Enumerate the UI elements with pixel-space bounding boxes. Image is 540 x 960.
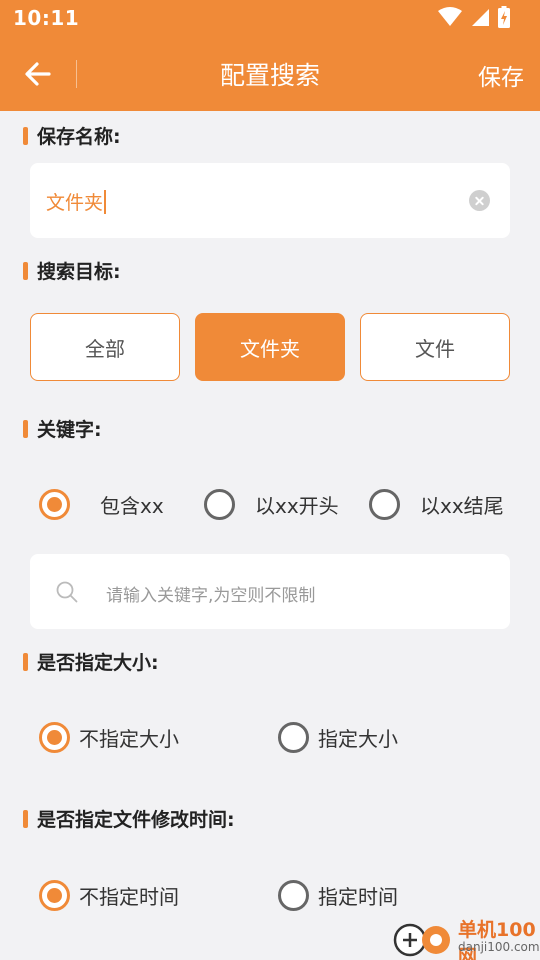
target-option-file[interactable]: 文件 [360, 313, 510, 381]
target-option-all[interactable]: 全部 [30, 313, 180, 381]
time-option-specified[interactable]: 指定时间 [278, 880, 398, 911]
name-input[interactable]: 文件夹 [30, 163, 510, 238]
size-section-text: 是否指定大小: [37, 652, 159, 674]
keyword-section-label: 关键字: [23, 415, 102, 442]
time-option-unspecified[interactable]: 不指定时间 [39, 880, 179, 911]
size-option-unspecified[interactable]: 不指定大小 [39, 722, 179, 753]
status-icons [438, 6, 510, 28]
size-option-unspecified-label: 不指定大小 [79, 727, 179, 751]
keyword-search-input[interactable]: 请输入关键字,为空则不限制 [30, 554, 510, 629]
section-marker [23, 419, 28, 438]
section-marker [23, 126, 28, 145]
name-input-value[interactable]: 文件夹 [46, 188, 107, 215]
radio-checked-icon [39, 722, 70, 753]
radio-unchecked-icon [369, 489, 400, 520]
status-time: 10:11 [13, 6, 80, 30]
radio-unchecked-icon [204, 489, 235, 520]
keyword-option-ends-with-label: 以xx结尾 [420, 494, 504, 518]
size-option-specified-label: 指定大小 [318, 727, 398, 751]
time-option-unspecified-label: 不指定时间 [79, 885, 179, 909]
keyword-placeholder: 请输入关键字,为空则不限制 [106, 586, 316, 606]
name-section-label: 保存名称: [23, 122, 121, 149]
keyword-option-contains[interactable]: 包含xx [39, 489, 164, 520]
target-option-folder[interactable]: 文件夹 [195, 313, 345, 381]
radio-checked-icon [39, 880, 70, 911]
section-marker [23, 652, 28, 671]
target-section-text: 搜索目标: [37, 261, 121, 283]
watermark-logo: 单机100网 danji100.com [392, 915, 540, 960]
signal-icon [472, 9, 489, 26]
save-button[interactable]: 保存 [478, 58, 524, 92]
time-section-label: 是否指定文件修改时间: [23, 805, 235, 832]
time-option-specified-label: 指定时间 [318, 885, 398, 909]
name-input-text: 文件夹 [46, 192, 104, 214]
target-section-label: 搜索目标: [23, 257, 121, 284]
search-icon [56, 581, 78, 603]
section-marker [23, 261, 28, 280]
size-section-label: 是否指定大小: [23, 648, 159, 675]
watermark-emblem-icon [393, 923, 450, 957]
section-marker [23, 809, 28, 828]
text-caret [104, 189, 107, 214]
radio-checked-icon [39, 489, 70, 520]
wifi-icon [438, 7, 462, 26]
radio-unchecked-icon [278, 880, 309, 911]
keyword-section-text: 关键字: [37, 419, 102, 441]
name-section-text: 保存名称: [37, 126, 121, 148]
app-header: 10:11 配置搜索 保存 [0, 0, 540, 111]
battery-icon [498, 6, 510, 28]
keyword-option-contains-label: 包含xx [100, 494, 164, 518]
clear-icon[interactable] [469, 190, 490, 211]
keyword-option-starts-with[interactable]: 以xx开头 [204, 489, 339, 520]
time-section-text: 是否指定文件修改时间: [37, 809, 235, 831]
keyword-option-starts-with-label: 以xx开头 [255, 494, 339, 518]
keyword-option-ends-with[interactable]: 以xx结尾 [369, 489, 504, 520]
watermark-url: danji100.com [458, 940, 540, 954]
size-option-specified[interactable]: 指定大小 [278, 722, 398, 753]
page-title: 配置搜索 [219, 61, 320, 90]
radio-unchecked-icon [278, 722, 309, 753]
